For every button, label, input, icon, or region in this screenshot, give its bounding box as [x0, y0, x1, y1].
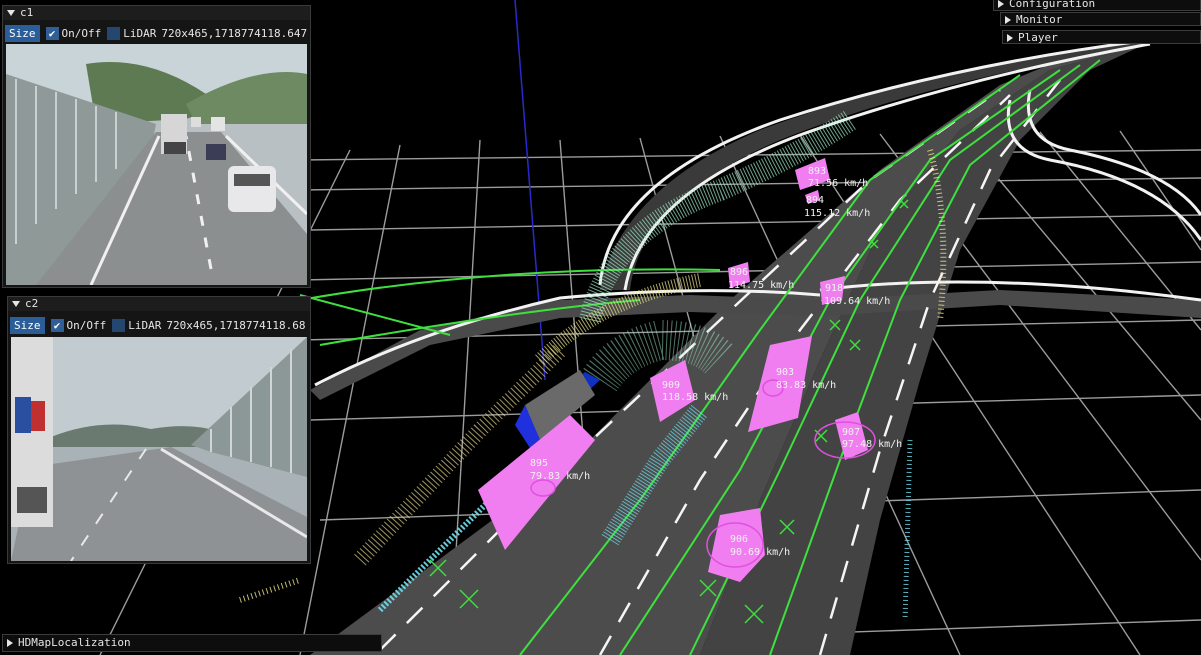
camera-panel-c1[interactable]: c1 Size ✔ On/Off LiDAR 720x465,171877411… — [2, 5, 311, 288]
camera-panel-c1-header[interactable]: c1 — [3, 6, 310, 20]
camera-panel-title: c1 — [20, 6, 34, 19]
object-id-909: 909 — [662, 380, 680, 391]
object-speed-909: 118.58 km/h — [662, 392, 728, 403]
monitor-menu[interactable]: Monitor — [1000, 12, 1201, 26]
object-id-893: 893 — [808, 166, 826, 177]
object-speed-906: 90.69 km/h — [730, 547, 790, 558]
camera-info-text: 720x465,1718774118.647 — [161, 27, 308, 40]
size-button[interactable]: Size — [5, 25, 40, 42]
expand-triangle-icon — [7, 639, 13, 647]
object-id-907: 907 — [842, 427, 860, 438]
camera-panel-c2[interactable]: c2 Size ✔ On/Off LiDAR 720x465,171877411… — [7, 296, 311, 564]
camera-image-c2 — [11, 337, 307, 561]
object-id-895: 895 — [530, 458, 548, 469]
lidar-checkbox[interactable] — [107, 27, 121, 40]
configuration-menu[interactable]: Configuration — [993, 0, 1201, 11]
object-speed-918: 109.64 km/h — [824, 296, 890, 307]
player-menu[interactable]: Player — [1002, 30, 1201, 44]
object-speed-895: 79.83 km/h — [530, 471, 590, 482]
camera-toolbar-c2: Size ✔ On/Off LiDAR 720x465,1718774118.6… — [10, 317, 310, 334]
onoff-label: On/Off — [61, 27, 102, 40]
object-speed-896: 114.75 km/h — [728, 280, 794, 291]
lidar-checkbox[interactable] — [112, 319, 126, 332]
object-speed-893: 71.56 km/h — [808, 178, 868, 189]
onoff-checkbox[interactable]: ✔ — [45, 27, 59, 40]
lidar-label: LiDAR — [123, 27, 157, 40]
hdmap-localization-label: HDMapLocalization — [18, 636, 131, 649]
collapse-triangle-icon[interactable] — [7, 10, 15, 16]
camera-panel-title: c2 — [25, 297, 39, 310]
camera-panel-c2-header[interactable]: c2 — [8, 297, 310, 311]
configuration-label: Configuration — [1009, 0, 1096, 10]
object-id-894: 894 — [806, 195, 824, 206]
onoff-label: On/Off — [66, 319, 107, 332]
camera-info-text: 720x465,1718774118.68 — [166, 319, 306, 332]
onoff-checkbox[interactable]: ✔ — [50, 319, 64, 332]
object-id-903: 903 — [776, 367, 794, 378]
expand-triangle-icon — [1005, 16, 1011, 24]
object-speed-907: 97.48 km/h — [842, 439, 902, 450]
size-button[interactable]: Size — [10, 317, 45, 334]
object-speed-903: 83.83 km/h — [776, 380, 836, 391]
lidar-label: LiDAR — [128, 319, 162, 332]
expand-triangle-icon — [998, 0, 1004, 8]
collapse-triangle-icon[interactable] — [12, 301, 20, 307]
object-id-896: 896 — [730, 267, 748, 278]
object-id-918: 918 — [825, 283, 843, 294]
object-speed-894: 115.12 km/h — [804, 208, 870, 219]
expand-triangle-icon — [1007, 34, 1013, 42]
monitor-label: Monitor — [1016, 13, 1063, 26]
hdmap-localization-menu[interactable]: HDMapLocalization — [2, 634, 382, 652]
camera-image-c1 — [6, 44, 307, 285]
player-label: Player — [1018, 31, 1058, 44]
camera-toolbar-c1: Size ✔ On/Off LiDAR 720x465,1718774118.6… — [5, 25, 310, 42]
object-id-906: 906 — [730, 534, 748, 545]
